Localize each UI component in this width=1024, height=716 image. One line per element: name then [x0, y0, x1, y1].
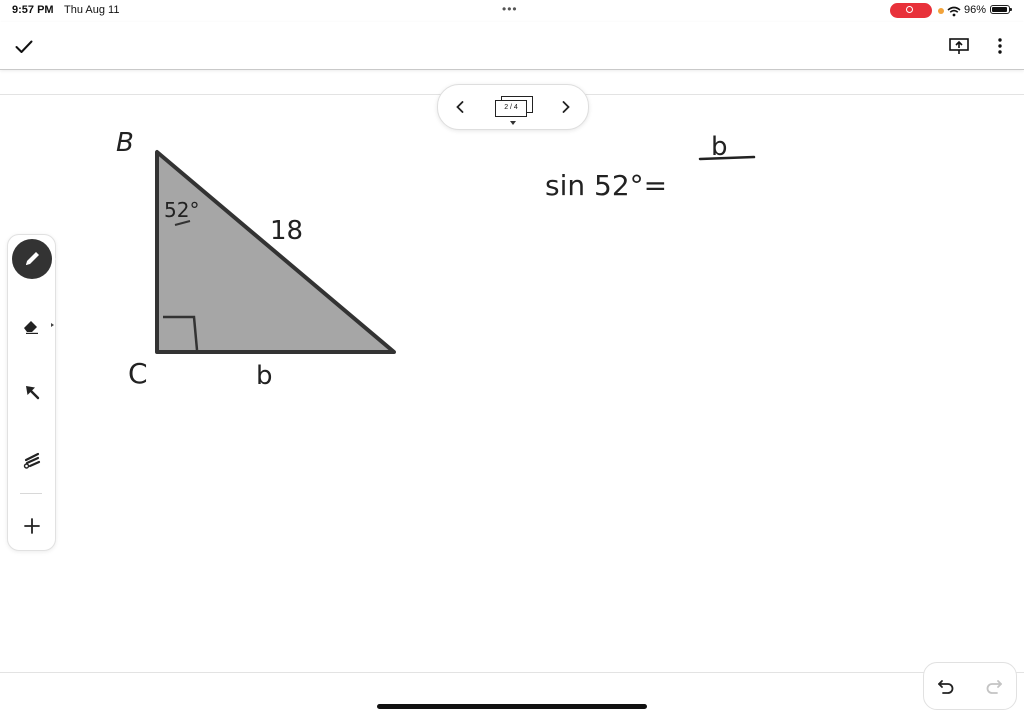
select-arrow-icon — [26, 386, 40, 400]
active-tool-indicator — [12, 239, 52, 279]
pen-icon — [26, 252, 39, 265]
plus-icon — [24, 518, 40, 534]
page-menu-caret-icon[interactable] — [510, 121, 516, 125]
undo-redo-group — [923, 662, 1017, 710]
tool-divider — [20, 493, 42, 494]
home-indicator[interactable] — [377, 704, 647, 709]
vertex-label-c: C — [128, 357, 148, 390]
redo-button[interactable] — [982, 674, 1006, 698]
next-page-button[interactable] — [556, 95, 576, 119]
page-navigator: 2 / 4 — [437, 84, 589, 130]
vertex-label-b: B — [116, 128, 134, 158]
page-thumbnail-icon[interactable]: 2 / 4 — [495, 96, 533, 118]
angle-label: 52° — [164, 198, 199, 222]
eraser-tool-button[interactable] — [11, 305, 54, 347]
undo-icon — [938, 680, 954, 694]
side-label-b: b — [256, 361, 273, 391]
eraser-icon — [24, 321, 38, 334]
previous-page-button[interactable] — [450, 95, 470, 119]
equation-left-side: sin 52°= — [545, 169, 667, 202]
laser-pointer-icon — [23, 452, 41, 469]
undo-button[interactable] — [934, 674, 958, 698]
add-button[interactable] — [11, 505, 53, 547]
pen-tool-button[interactable] — [11, 238, 56, 280]
page-indicator: 2 / 4 — [495, 100, 527, 117]
chevron-left-icon — [456, 101, 464, 113]
redo-icon — [986, 680, 1002, 694]
select-tool-button[interactable] — [11, 371, 53, 413]
right-triangle — [155, 150, 396, 354]
fraction-bar — [698, 155, 756, 161]
chevron-right-icon — [562, 101, 570, 113]
pen-options-caret-icon — [53, 257, 56, 261]
eraser-options-caret-icon — [51, 323, 54, 327]
tool-palette — [7, 234, 56, 551]
hypotenuse-label: 18 — [270, 216, 303, 246]
laser-pointer-tool-button[interactable] — [11, 439, 53, 481]
